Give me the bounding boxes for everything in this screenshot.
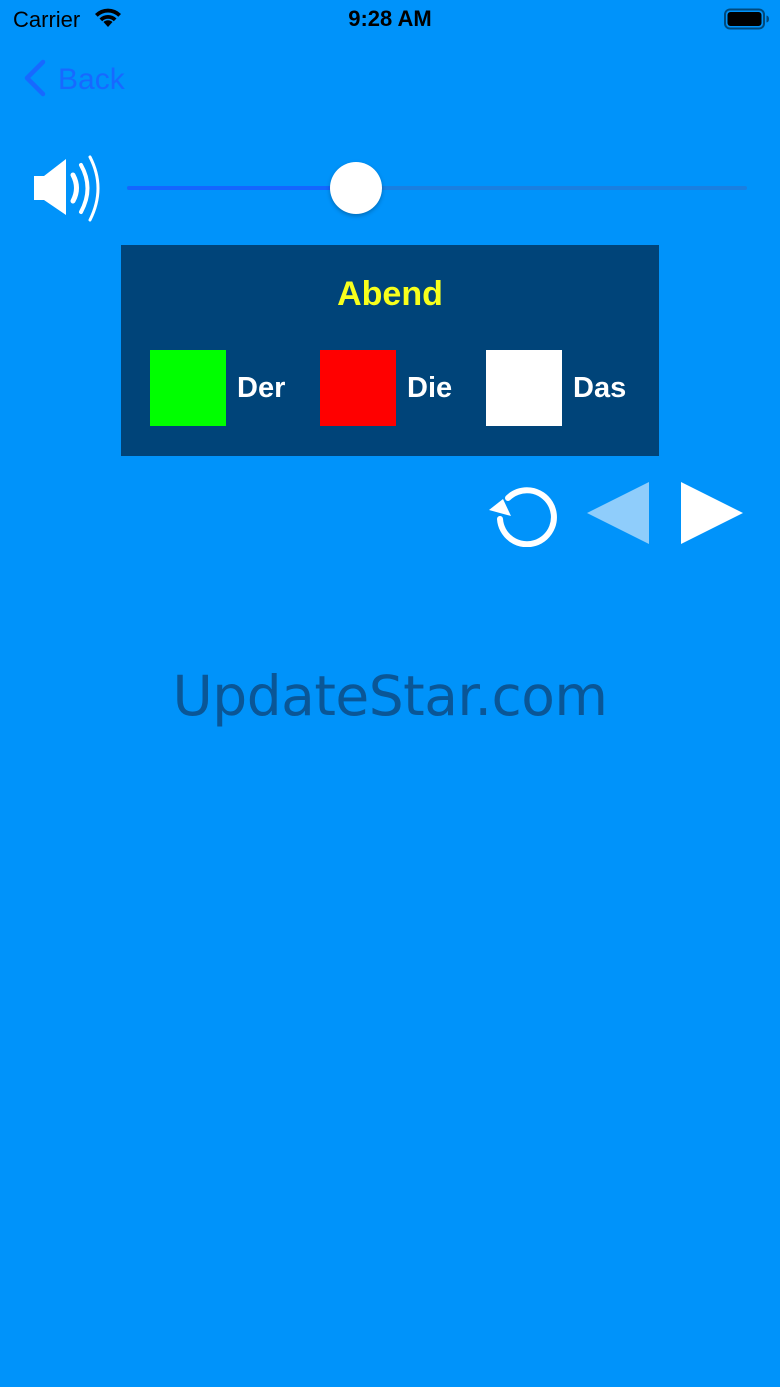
watermark: UpdateStar.com	[172, 664, 608, 728]
next-button[interactable]	[679, 481, 745, 550]
chevron-left-icon	[22, 59, 48, 102]
previous-triangle-icon	[585, 482, 651, 549]
previous-button[interactable]	[585, 481, 651, 550]
slider-fill	[127, 186, 357, 190]
article-option-der[interactable]: Der	[150, 350, 285, 426]
article-option-die[interactable]: Die	[320, 350, 452, 426]
status-bar: Carrier 9:28 AM	[0, 0, 780, 40]
volume-slider[interactable]	[127, 162, 747, 214]
der-label: Der	[237, 371, 286, 404]
back-button[interactable]: Back	[22, 58, 125, 102]
screen: Carrier 9:28 AM Back Abend Der Die Das U…	[0, 0, 780, 1387]
die-label: Die	[407, 371, 453, 404]
word-label: Abend	[337, 275, 443, 313]
next-triangle-icon	[679, 482, 745, 549]
das-swatch	[486, 350, 562, 426]
speaker-icon[interactable]	[32, 152, 104, 229]
die-swatch	[320, 350, 396, 426]
word-card: Abend Der Die Das	[121, 245, 659, 456]
article-option-das[interactable]: Das	[486, 350, 626, 426]
clock: 9:28 AM	[348, 6, 432, 31]
back-label: Back	[58, 63, 125, 96]
slider-thumb[interactable]	[330, 162, 383, 214]
das-label: Das	[573, 371, 627, 404]
replay-icon[interactable]	[486, 481, 560, 552]
der-swatch	[150, 350, 226, 426]
battery-icon	[724, 8, 770, 35]
